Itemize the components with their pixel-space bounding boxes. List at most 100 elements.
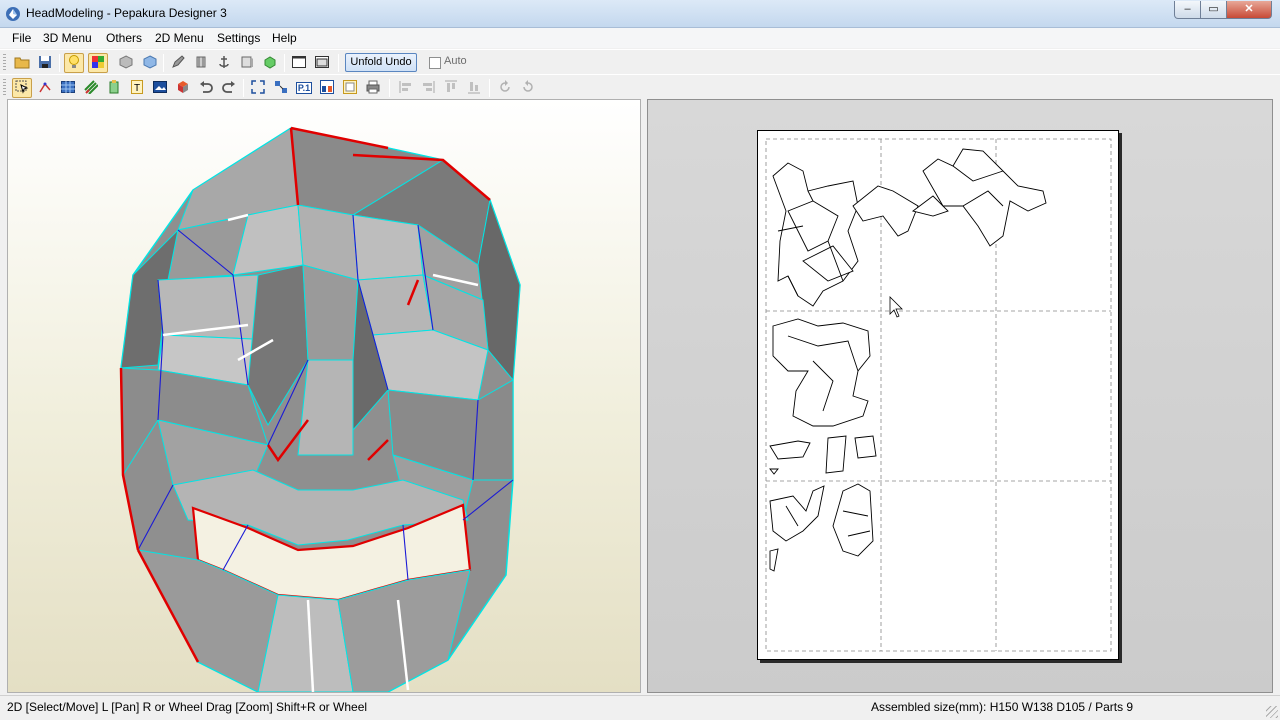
unfolded-part <box>769 435 877 475</box>
rotate-left-button[interactable] <box>495 78 515 98</box>
grid-icon <box>61 80 75 96</box>
select-mode-button[interactable] <box>12 78 32 98</box>
unfold-button[interactable] <box>173 78 193 98</box>
unfolded-part <box>772 318 871 427</box>
flap-edit-button[interactable] <box>104 78 124 98</box>
section-icon <box>240 55 254 72</box>
cube-textured-icon <box>143 54 157 72</box>
menu-2d[interactable]: 2D Menu <box>155 31 204 45</box>
toolbar-grip[interactable] <box>3 54 6 71</box>
secondary-toolbar: T P.1 <box>0 74 1280 99</box>
main-toolbar: Unfold Undo Auto <box>0 49 1280 74</box>
text-button[interactable]: T <box>127 78 147 98</box>
paper-sheet <box>757 130 1119 660</box>
close-button[interactable]: ✕ <box>1226 1 1272 19</box>
maximize-button[interactable]: ▭ <box>1200 1 1227 19</box>
flap-edit-icon <box>108 79 120 97</box>
fit-button[interactable] <box>248 78 268 98</box>
light-icon <box>68 54 80 72</box>
menu-help[interactable]: Help <box>272 31 297 45</box>
page-button[interactable]: P.1 <box>294 78 314 98</box>
3d-model-view[interactable] <box>7 99 641 693</box>
connect-edges-button[interactable] <box>35 78 55 98</box>
cube-textured-button[interactable] <box>140 53 160 73</box>
redo-icon <box>222 80 236 97</box>
print-preview-button[interactable] <box>340 78 360 98</box>
redo-button[interactable] <box>219 78 239 98</box>
flap-icon <box>194 55 208 72</box>
unfolded-parts-layout[interactable] <box>758 131 1118 659</box>
layout-button[interactable] <box>317 78 337 98</box>
unfold-icon <box>176 80 190 97</box>
stripes-button[interactable] <box>81 78 101 98</box>
grid-button[interactable] <box>58 78 78 98</box>
cube-icon <box>119 54 133 72</box>
status-hint: 2D [Select/Move] L [Pan] R or Wheel Drag… <box>7 700 368 714</box>
align-top-icon <box>444 80 458 97</box>
connect-icon <box>38 80 52 97</box>
part-button[interactable] <box>260 53 280 73</box>
svg-text:T: T <box>134 83 140 94</box>
texture-toggle-button[interactable] <box>88 53 108 73</box>
view-single-icon <box>292 55 306 71</box>
application-window: HeadModeling - Pepakura Designer 3 – ▭ ✕… <box>0 0 1280 720</box>
edit-icon <box>171 54 185 72</box>
undo-icon <box>199 80 213 97</box>
resize-grip[interactable] <box>1266 706 1278 718</box>
toolbar-separator <box>389 79 390 97</box>
menu-others[interactable]: Others <box>106 31 142 45</box>
minimize-button[interactable]: – <box>1174 1 1201 19</box>
page-icon: P.1 <box>295 82 313 94</box>
view-split-button[interactable] <box>312 53 332 73</box>
toolbar-grip[interactable] <box>3 79 6 96</box>
menu-settings[interactable]: Settings <box>217 31 260 45</box>
text-icon: T <box>131 79 143 97</box>
arrange-icon <box>274 80 288 97</box>
toolbar-separator <box>489 79 490 97</box>
image-button[interactable] <box>150 78 170 98</box>
anchor-button[interactable] <box>214 53 234 73</box>
view-split-icon <box>315 55 329 71</box>
save-icon <box>38 55 52 72</box>
select-icon <box>15 80 29 97</box>
unfolded-part <box>769 483 874 572</box>
flap-button[interactable] <box>191 53 211 73</box>
toolbar-separator <box>338 54 339 72</box>
light-toggle-button[interactable] <box>64 53 84 73</box>
cube-button[interactable] <box>116 53 136 73</box>
2d-layout-view[interactable] <box>647 99 1273 693</box>
unfolded-part <box>922 148 1047 247</box>
rotate-right-button[interactable] <box>518 78 538 98</box>
save-button[interactable] <box>35 53 55 73</box>
status-assembled-size: Assembled size(mm): H150 W138 D105 / Par… <box>871 700 1134 714</box>
undo-button[interactable] <box>196 78 216 98</box>
window-title: HeadModeling - Pepakura Designer 3 <box>26 6 227 20</box>
menu-bar: File 3D Menu Others 2D Menu Settings Hel… <box>0 28 1280 48</box>
print-button[interactable] <box>363 78 383 98</box>
auto-checkbox-label: Auto <box>444 55 467 67</box>
section-button[interactable] <box>237 53 257 73</box>
head-model-mesh[interactable] <box>8 100 640 693</box>
menu-file[interactable]: File <box>12 31 31 45</box>
align-bottom-icon <box>467 80 481 97</box>
part-icon <box>263 55 277 72</box>
align-right-button[interactable] <box>418 78 438 98</box>
align-left-icon <box>399 80 413 97</box>
auto-checkbox[interactable] <box>429 57 441 69</box>
arrange-button[interactable] <box>271 78 291 98</box>
print-icon <box>366 80 380 97</box>
align-top-button[interactable] <box>441 78 461 98</box>
align-bottom-button[interactable] <box>464 78 484 98</box>
align-left-button[interactable] <box>396 78 416 98</box>
unfold-undo-button[interactable]: Unfold Undo <box>345 53 417 72</box>
status-bar: 2D [Select/Move] L [Pan] R or Wheel Drag… <box>0 695 1280 720</box>
layout-icon <box>320 79 334 97</box>
open-button[interactable] <box>12 53 32 73</box>
rotate-left-icon <box>498 79 512 97</box>
menu-3d[interactable]: 3D Menu <box>43 31 92 45</box>
texture-icon <box>91 55 105 72</box>
title-bar[interactable]: HeadModeling - Pepakura Designer 3 – ▭ ✕ <box>0 0 1280 28</box>
view-single-button[interactable] <box>289 53 309 73</box>
align-right-icon <box>421 80 435 97</box>
edit-button[interactable] <box>168 53 188 73</box>
